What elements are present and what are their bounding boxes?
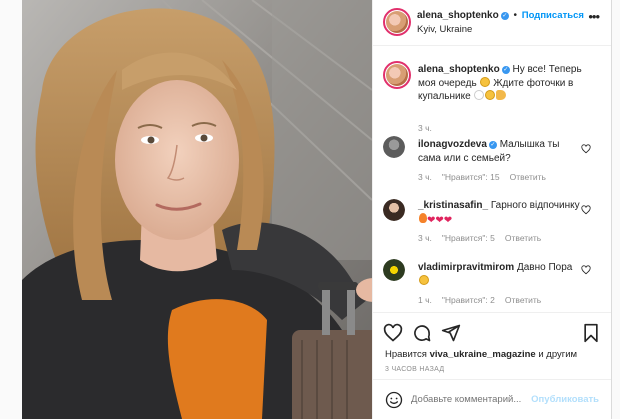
comment-meta: 3 ч. "Нравится": 5 Ответить bbox=[418, 233, 551, 243]
grinning-face-icon bbox=[480, 76, 491, 87]
post-actions: Нравится viva_ukraine_magazine и другим … bbox=[373, 312, 611, 419]
reply-button[interactable]: Ответить bbox=[505, 233, 541, 243]
add-comment-input[interactable] bbox=[411, 394, 531, 405]
reply-button[interactable]: Ответить bbox=[510, 172, 546, 182]
likes-prefix: Нравится bbox=[385, 349, 427, 360]
fire-icon bbox=[419, 212, 427, 223]
caption-avatar[interactable] bbox=[383, 61, 411, 89]
verified-badge-icon: ✓ bbox=[501, 66, 510, 74]
comment-avatar[interactable] bbox=[383, 136, 405, 158]
comment-meta: 3 ч. "Нравится": 15 Ответить bbox=[418, 172, 556, 182]
post-sidebar: alena_shoptenko ✓ • Подписаться Kyiv, Ukr… bbox=[372, 0, 611, 419]
caption-meta: 3 ч. bbox=[418, 123, 442, 133]
add-comment-bar: Опубликовать bbox=[373, 379, 611, 419]
wink-face-icon bbox=[485, 90, 496, 100]
comment-time[interactable]: 1 ч. bbox=[418, 295, 432, 305]
comment-text: ilonagvozdeva ✓ Малышка ты сама или с сем… bbox=[418, 138, 583, 165]
reply-button[interactable]: Ответить bbox=[505, 295, 541, 305]
bookmark-icon[interactable] bbox=[581, 323, 601, 343]
comment-avatar[interactable] bbox=[383, 259, 405, 281]
comment-meta: 1 ч. "Нравится": 2 Ответить bbox=[418, 295, 551, 305]
flexed-biceps-icon bbox=[496, 90, 507, 100]
comment-username[interactable]: vladimirpravitmirom bbox=[418, 262, 514, 273]
like-heart-icon[interactable] bbox=[581, 205, 591, 215]
verified-badge-icon: ✓ bbox=[500, 12, 509, 20]
like-heart-icon[interactable] bbox=[383, 323, 403, 343]
comment-time[interactable]: 3 ч. bbox=[418, 233, 432, 243]
photo-illustration bbox=[22, 0, 372, 419]
likes-suffix[interactable]: и другим bbox=[538, 349, 577, 360]
comment-bubble-icon[interactable] bbox=[412, 323, 432, 343]
comment-message: Гарного відпочинку bbox=[490, 200, 580, 211]
comment-time[interactable]: 3 ч. bbox=[418, 172, 432, 182]
smiling-face-icon bbox=[474, 90, 485, 100]
post-comment-button[interactable]: Опубликовать bbox=[531, 394, 599, 405]
likes-user[interactable]: viva_ukraine_magazine bbox=[430, 349, 536, 360]
comment-likes[interactable]: "Нравится": 5 bbox=[442, 233, 495, 243]
comments-list[interactable]: alena_shoptenko ✓ Ну все! Теперь моя очер… bbox=[373, 47, 611, 312]
caption-time[interactable]: 3 ч. bbox=[418, 123, 432, 133]
author-username[interactable]: alena_shoptenko bbox=[417, 10, 499, 21]
comment-username[interactable]: ilonagvozdeva bbox=[418, 139, 487, 150]
red-heart-icon: ❤ bbox=[435, 214, 444, 226]
comment-text: vladimirpravitmirom Давно Пора bbox=[418, 261, 583, 288]
comment-likes[interactable]: "Нравится": 2 bbox=[442, 295, 495, 305]
comment-avatar[interactable] bbox=[383, 199, 405, 221]
comment-message: Давно Пора bbox=[516, 262, 573, 273]
post-timestamp[interactable]: 3 часов назад bbox=[385, 366, 444, 373]
post-header: alena_shoptenko ✓ • Подписаться Kyiv, Ukr… bbox=[373, 0, 611, 46]
like-heart-icon[interactable] bbox=[581, 265, 591, 275]
comment-likes[interactable]: "Нравится": 15 bbox=[442, 172, 500, 182]
caption-text: alena_shoptenko ✓ Ну все! Теперь моя очер… bbox=[418, 63, 583, 104]
emoji-picker-icon[interactable] bbox=[385, 391, 403, 409]
caption-username[interactable]: alena_shoptenko bbox=[418, 64, 500, 75]
author-avatar[interactable] bbox=[383, 8, 411, 36]
follow-button[interactable]: Подписаться bbox=[522, 10, 584, 21]
red-heart-icon: ❤ bbox=[427, 214, 436, 226]
more-horizontal-icon[interactable]: ••• bbox=[588, 10, 600, 23]
verified-badge-icon: ✓ bbox=[488, 141, 497, 149]
separator-dot: • bbox=[513, 10, 517, 21]
location-link[interactable]: Kyiv, Ukraine bbox=[417, 24, 472, 35]
comment-username[interactable]: _kristinasafin_ bbox=[418, 200, 488, 211]
grinning-face-icon bbox=[419, 274, 429, 285]
share-paper-plane-icon[interactable] bbox=[441, 323, 461, 343]
like-heart-icon[interactable] bbox=[581, 144, 591, 154]
likes-summary: Нравится viva_ukraine_magazine и другим bbox=[385, 349, 577, 360]
post-photo[interactable] bbox=[22, 0, 372, 419]
comment-text: _kristinasafin_ Гарного відпочинку ❤❤❤ bbox=[418, 199, 583, 227]
red-heart-icon: ❤ bbox=[443, 214, 453, 226]
header-user-line: alena_shoptenko ✓ • Подписаться bbox=[417, 10, 584, 21]
